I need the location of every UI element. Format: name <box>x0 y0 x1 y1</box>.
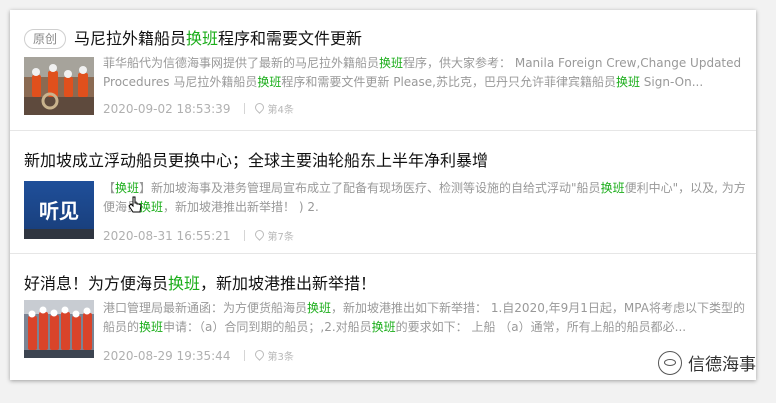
article-meta: 2020-08-29 19:35:44 第3条 <box>103 348 294 363</box>
list-item[interactable]: 原创 马尼拉外籍船员换班程序和需要文件更新 菲华船代为信德海事网提供了最新的马尼拉… <box>10 10 756 131</box>
article-title[interactable]: 好消息！为方便海员换班，新加坡港推出新举措！ <box>24 274 376 294</box>
location-pin-icon <box>253 348 267 361</box>
list-item[interactable]: 新加坡成立浮动船员更换中心；全球主要油轮船东上半年净利暴增 听见 【换班】新加坡… <box>10 131 756 254</box>
original-badge: 原创 <box>24 29 67 49</box>
divider <box>244 103 246 114</box>
article-snippet: 港口管理局最新通函：为方便货船海员换班，新加坡港推出如下新举措： 1.自2020… <box>103 301 745 334</box>
article-position: 第7条 <box>267 232 294 243</box>
location-pin-icon <box>253 101 267 114</box>
article-thumbnail[interactable] <box>24 57 94 115</box>
divider <box>244 230 246 241</box>
hand-cursor-icon <box>128 196 142 213</box>
watermark: 信德海事 <box>658 350 756 375</box>
article-thumbnail[interactable]: 听见 <box>24 181 94 239</box>
article-thumbnail[interactable] <box>24 300 94 358</box>
article-date: 2020-09-02 18:53:39 <box>103 102 231 116</box>
article-snippet: 菲华船代为信德海事网提供了最新的马尼拉外籍船员换班程序，供大家参考： Manil… <box>103 56 742 89</box>
article-date: 2020-08-31 16:55:21 <box>103 229 231 243</box>
article-position: 第3条 <box>267 352 294 363</box>
divider <box>244 350 246 361</box>
crew-photo-image <box>24 57 94 115</box>
wechat-logo-icon <box>658 350 682 375</box>
watermark-text: 信德海事 <box>688 355 756 375</box>
list-item[interactable]: 好消息！为方便海员换班，新加坡港推出新举措！ 港口管理局最新通函：为方便货船海员… <box>10 254 756 380</box>
location-pin-icon <box>253 228 267 241</box>
article-position: 第4条 <box>267 105 294 116</box>
article-date: 2020-08-29 19:35:44 <box>103 349 231 363</box>
thumbnail-caption: 听见 <box>39 199 79 223</box>
search-results-panel: 原创 马尼拉外籍船员换班程序和需要文件更新 菲华船代为信德海事网提供了最新的马尼拉… <box>10 10 756 380</box>
article-title[interactable]: 原创 马尼拉外籍船员换班程序和需要文件更新 <box>24 29 362 49</box>
crew-group-photo-image <box>24 300 94 358</box>
article-meta: 2020-08-31 16:55:21 第7条 <box>103 228 294 243</box>
article-meta: 2020-09-02 18:53:39 第4条 <box>103 101 294 116</box>
article-title[interactable]: 新加坡成立浮动船员更换中心；全球主要油轮船东上半年净利暴增 <box>24 151 488 171</box>
article-snippet: 【换班】新加坡海事及港务管理局宣布成立了配备有现场医疗、检测等设施的自给式浮动"… <box>103 181 746 214</box>
